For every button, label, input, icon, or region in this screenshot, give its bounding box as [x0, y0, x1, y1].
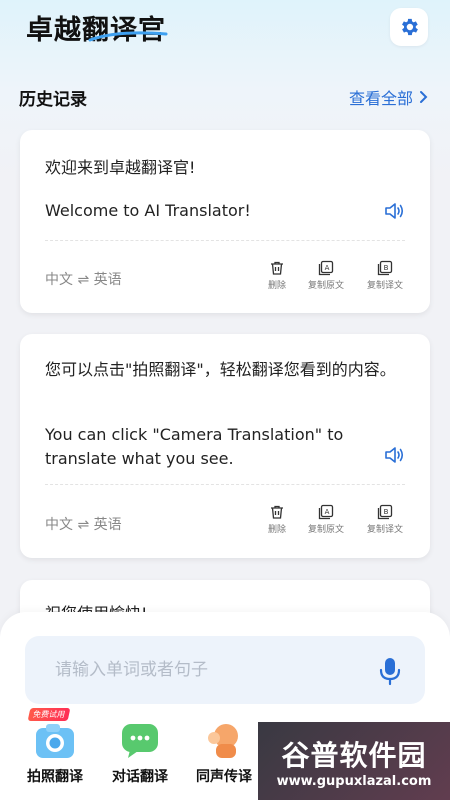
history-card[interactable]: 您可以点击"拍照翻译"，轻松翻译您看到的内容。 You can click "C… [20, 334, 430, 558]
source-text: 您可以点击"拍照翻译"，轻松翻译您看到的内容。 [45, 360, 396, 379]
copy-translation-icon: B [377, 260, 393, 276]
svg-text:A: A [325, 508, 330, 516]
camera-icon: 免费试用 [27, 708, 77, 760]
copy-translation-icon: B [377, 504, 393, 520]
speaker-icon[interactable] [382, 443, 406, 467]
delete-label: 删除 [267, 525, 286, 535]
lang-to: 英语 [93, 272, 122, 288]
feature-label: 同声传译 [196, 769, 252, 785]
swap-arrows-icon: ⇌ [77, 272, 94, 288]
source-text: 欢迎来到卓越翻译官! [45, 158, 196, 177]
chevron-right-icon [420, 91, 428, 103]
title-swoosh-decoration [88, 31, 168, 42]
feature-camera-translate[interactable]: 免费试用 拍照翻译 [17, 708, 93, 786]
interpreter-icon [202, 720, 246, 760]
copy-translation-button[interactable]: B 复制译文 [360, 260, 410, 291]
microphone-icon[interactable] [377, 656, 403, 686]
copy-translation-label: 复制译文 [366, 281, 403, 291]
copy-source-icon: A [318, 260, 334, 276]
language-pair: 中文 ⇌ 英语 [45, 514, 122, 534]
feature-simultaneous-interpretation[interactable]: 同声传译 [186, 720, 262, 786]
svg-text:A: A [325, 264, 330, 272]
copy-source-label: 复制原文 [307, 281, 344, 291]
chat-icon [118, 720, 162, 760]
swap-arrows-icon: ⇌ [77, 517, 94, 533]
language-pair: 中文 ⇌ 英语 [45, 269, 122, 289]
feature-label: 拍照翻译 [27, 769, 83, 785]
copy-translation-label: 复制译文 [366, 525, 403, 535]
history-section-title: 历史记录 [19, 90, 87, 110]
card-divider [45, 240, 405, 241]
settings-button[interactable] [390, 8, 428, 46]
translation-input-box[interactable] [25, 636, 425, 704]
lang-from: 中文 [45, 517, 73, 533]
view-all-link[interactable]: 查看全部 [349, 85, 428, 109]
header: 卓越翻译官 [0, 0, 450, 60]
delete-button[interactable]: 删除 [252, 504, 302, 535]
feature-label: 对话翻译 [112, 769, 168, 785]
gear-icon [402, 18, 418, 36]
feature-dialogue-translate[interactable]: 对话翻译 [102, 720, 178, 786]
delete-button[interactable]: 删除 [252, 260, 302, 291]
svg-text:B: B [384, 508, 389, 516]
translated-text: You can click "Camera Translation" to tr… [45, 425, 344, 468]
lang-from: 中文 [45, 272, 73, 288]
free-trial-badge: 免费试用 [27, 708, 71, 721]
translation-input[interactable] [55, 636, 355, 704]
trash-icon [271, 505, 283, 519]
speaker-icon[interactable] [382, 199, 406, 223]
copy-source-button[interactable]: A 复制原文 [301, 260, 351, 291]
watermark: 谷普软件园 www.gupuxlazal.com [258, 722, 450, 800]
card-divider [45, 484, 405, 485]
translated-text: Welcome to AI Translator! [45, 201, 251, 220]
lang-to: 英语 [93, 517, 122, 533]
copy-source-button[interactable]: A 复制原文 [301, 504, 351, 535]
watermark-url: www.gupuxlazal.com [276, 773, 432, 789]
copy-translation-button[interactable]: B 复制译文 [360, 504, 410, 535]
delete-label: 删除 [267, 281, 286, 291]
svg-text:B: B [384, 264, 389, 272]
view-all-label: 查看全部 [348, 89, 413, 108]
copy-source-label: 复制原文 [307, 525, 344, 535]
trash-icon [271, 261, 283, 275]
history-card[interactable]: 欢迎来到卓越翻译官! Welcome to AI Translator! 中文 … [20, 130, 430, 313]
copy-source-icon: A [318, 504, 334, 520]
watermark-name: 谷普软件园 [281, 738, 427, 772]
